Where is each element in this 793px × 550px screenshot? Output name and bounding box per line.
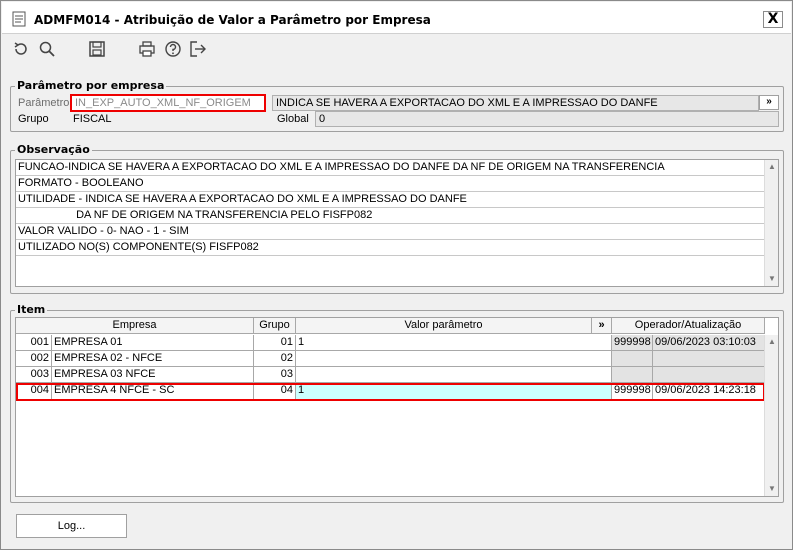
observacao-line: FUNCAO-INDICA SE HAVERA A EXPORTACAO DO … — [16, 160, 765, 176]
global-label: Global — [277, 113, 309, 125]
item-group-title: Item — [15, 303, 48, 316]
parametro-group-title: Parâmetro por empresa — [15, 79, 167, 92]
row-atualizacao — [653, 351, 765, 367]
observacao-line: VALOR VALIDO - 0- NAO - 1 - SIM — [16, 224, 765, 240]
row-valor[interactable] — [296, 351, 612, 367]
row-operador: 999998 — [612, 335, 653, 351]
exit-icon[interactable] — [189, 40, 209, 60]
col-header-operador[interactable]: Operador/Atualização — [612, 318, 765, 334]
parametro-field[interactable]: IN_EXP_AUTO_XML_NF_ORIGEM — [70, 94, 266, 112]
scroll-down-icon[interactable]: ▼ — [765, 272, 779, 286]
row-grupo[interactable]: 03 — [254, 367, 296, 383]
global-field: 0 — [315, 111, 779, 127]
parametro-label: Parâmetro — [18, 97, 70, 109]
scroll-down-icon[interactable]: ▼ — [765, 482, 779, 496]
row-cod[interactable]: 003 — [16, 367, 52, 383]
observacao-group-title: Observação — [15, 143, 92, 156]
observacao-textarea[interactable]: FUNCAO-INDICA SE HAVERA A EXPORTACAO DO … — [15, 159, 779, 287]
col-header-empresa[interactable]: Empresa — [16, 318, 254, 334]
window: ADMFM014 - Atribuição de Valor a Parâmet… — [0, 0, 793, 550]
search-icon[interactable] — [38, 40, 58, 60]
grupo-label: Grupo — [18, 113, 49, 125]
row-empresa[interactable]: EMPRESA 4 NFCE - SC — [52, 383, 254, 401]
window-title: ADMFM014 - Atribuição de Valor a Parâmet… — [34, 13, 431, 27]
observacao-scrollbar[interactable]: ▲ ▼ — [764, 160, 778, 286]
row-valor-selected[interactable]: 1 — [296, 383, 612, 401]
row-atualizacao: 09/06/2023 03:10:03 — [653, 335, 765, 351]
row-valor[interactable] — [296, 367, 612, 383]
row-cod[interactable]: 001 — [16, 335, 52, 351]
observacao-line: UTILIDADE - INDICA SE HAVERA A EXPORTACA… — [16, 192, 765, 208]
row-empresa[interactable]: EMPRESA 01 — [52, 335, 254, 351]
scroll-up-icon[interactable]: ▲ — [765, 335, 779, 349]
row-grupo[interactable]: 04 — [254, 383, 296, 401]
row-grupo[interactable]: 01 — [254, 335, 296, 351]
row-grupo[interactable]: 02 — [254, 351, 296, 367]
observacao-line: DA NF DE ORIGEM NA TRANSFERENCIA PELO FI… — [16, 208, 765, 224]
row-empresa[interactable]: EMPRESA 02 - NFCE — [52, 351, 254, 367]
close-icon: X — [767, 11, 779, 27]
toolbar — [2, 35, 791, 65]
log-button[interactable]: Log... — [16, 514, 127, 538]
col-header-grupo[interactable]: Grupo — [254, 318, 296, 334]
col-header-expand-button[interactable]: » — [592, 318, 612, 334]
row-empresa[interactable]: EMPRESA 03 NFCE — [52, 367, 254, 383]
row-operador: 999998 — [612, 383, 653, 401]
row-atualizacao: 09/06/2023 14:23:18 — [653, 383, 765, 401]
row-operador — [612, 351, 653, 367]
row-cod[interactable]: 004 — [16, 383, 52, 401]
document-icon — [12, 11, 26, 27]
close-button[interactable]: X — [763, 11, 783, 28]
descricao-field: INDICA SE HAVERA A EXPORTACAO DO XML E A… — [272, 95, 759, 111]
observacao-line: FORMATO - BOOLEANO — [16, 176, 765, 192]
row-atualizacao — [653, 367, 765, 383]
item-grid-scrollbar[interactable]: ▲ ▼ — [764, 335, 778, 496]
col-header-valor[interactable]: Valor parâmetro — [296, 318, 592, 334]
save-icon[interactable] — [88, 40, 108, 60]
refresh-icon[interactable] — [12, 40, 32, 60]
row-operador — [612, 367, 653, 383]
row-cod[interactable]: 002 — [16, 351, 52, 367]
expand-descricao-button[interactable]: » — [759, 95, 779, 110]
scroll-up-icon[interactable]: ▲ — [765, 160, 779, 174]
grupo-value: FISCAL — [73, 113, 112, 125]
row-valor[interactable]: 1 — [296, 335, 612, 351]
title-bar: ADMFM014 - Atribuição de Valor a Parâmet… — [2, 2, 791, 34]
item-grid[interactable]: Empresa Grupo Valor parâmetro » Operador… — [15, 317, 779, 497]
help-icon[interactable] — [164, 40, 184, 60]
observacao-line: UTILIZADO NO(S) COMPONENTE(S) FISFP082 — [16, 240, 765, 256]
print-icon[interactable] — [138, 40, 158, 60]
